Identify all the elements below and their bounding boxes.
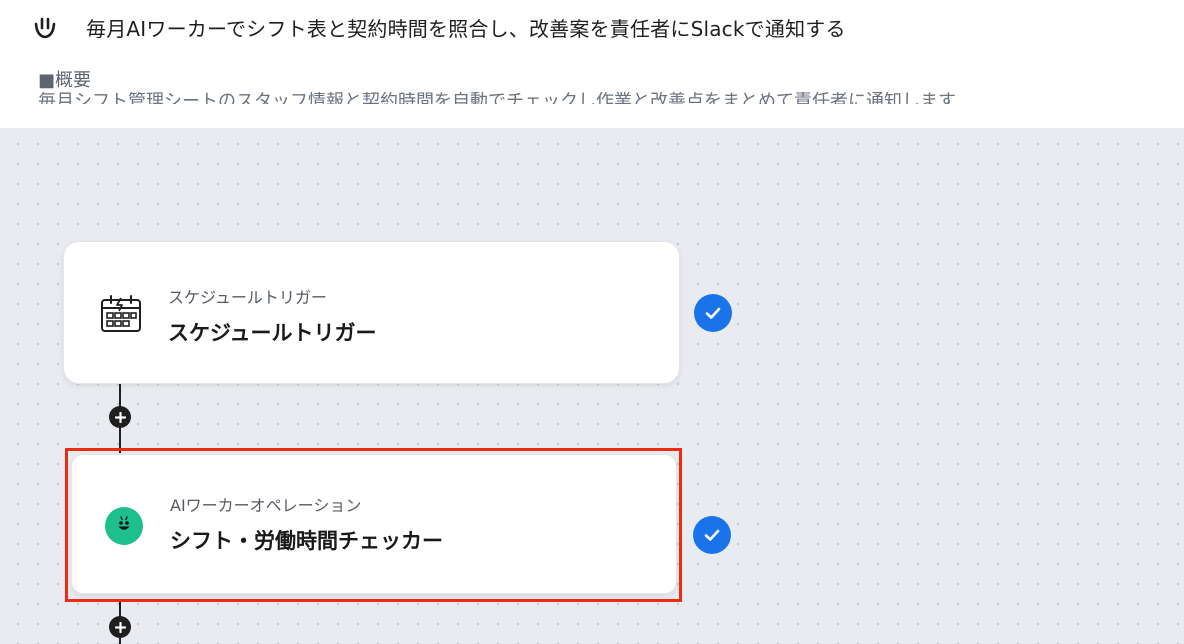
add-step-button[interactable] (109, 406, 131, 428)
step-card-ai-worker[interactable]: AIワーカーオペレーション シフト・労働時間チェッカー (71, 454, 677, 594)
plus-icon (114, 411, 126, 423)
flow-canvas[interactable]: スケジュールトリガー スケジュールトリガー AIワーカーオペレーション シフト・… (0, 128, 1184, 644)
flow-title[interactable]: 毎月AIワーカーでシフト表と契約時間を照合し、改善案を責任者にSlackで通知す… (86, 13, 846, 42)
flow-header: 毎月AIワーカーでシフト表と契約時間を照合し、改善案を責任者にSlackで通知す… (0, 0, 1184, 128)
step-card-schedule-trigger[interactable]: スケジュールトリガー スケジュールトリガー (63, 241, 680, 384)
calendar-clock-icon (101, 295, 141, 332)
add-step-button[interactable] (109, 616, 131, 638)
ai-worker-icon (105, 507, 143, 545)
step-complete-check-icon (694, 294, 732, 332)
plus-icon (114, 621, 126, 633)
step-type-label: AIワーカーオペレーション (170, 496, 362, 515)
overview-description: 毎月シフト管理シートのスタッフ情報と契約時間を自動でチェックし作業と改善点をまと… (38, 92, 956, 104)
smile-icon (34, 17, 56, 39)
overview-label: ■概要 (38, 70, 92, 91)
step-name: スケジュールトリガー (168, 321, 377, 345)
step-complete-check-icon (693, 516, 731, 554)
step-name: シフト・労働時間チェッカー (170, 529, 443, 553)
step-type-label: スケジュールトリガー (168, 288, 327, 307)
